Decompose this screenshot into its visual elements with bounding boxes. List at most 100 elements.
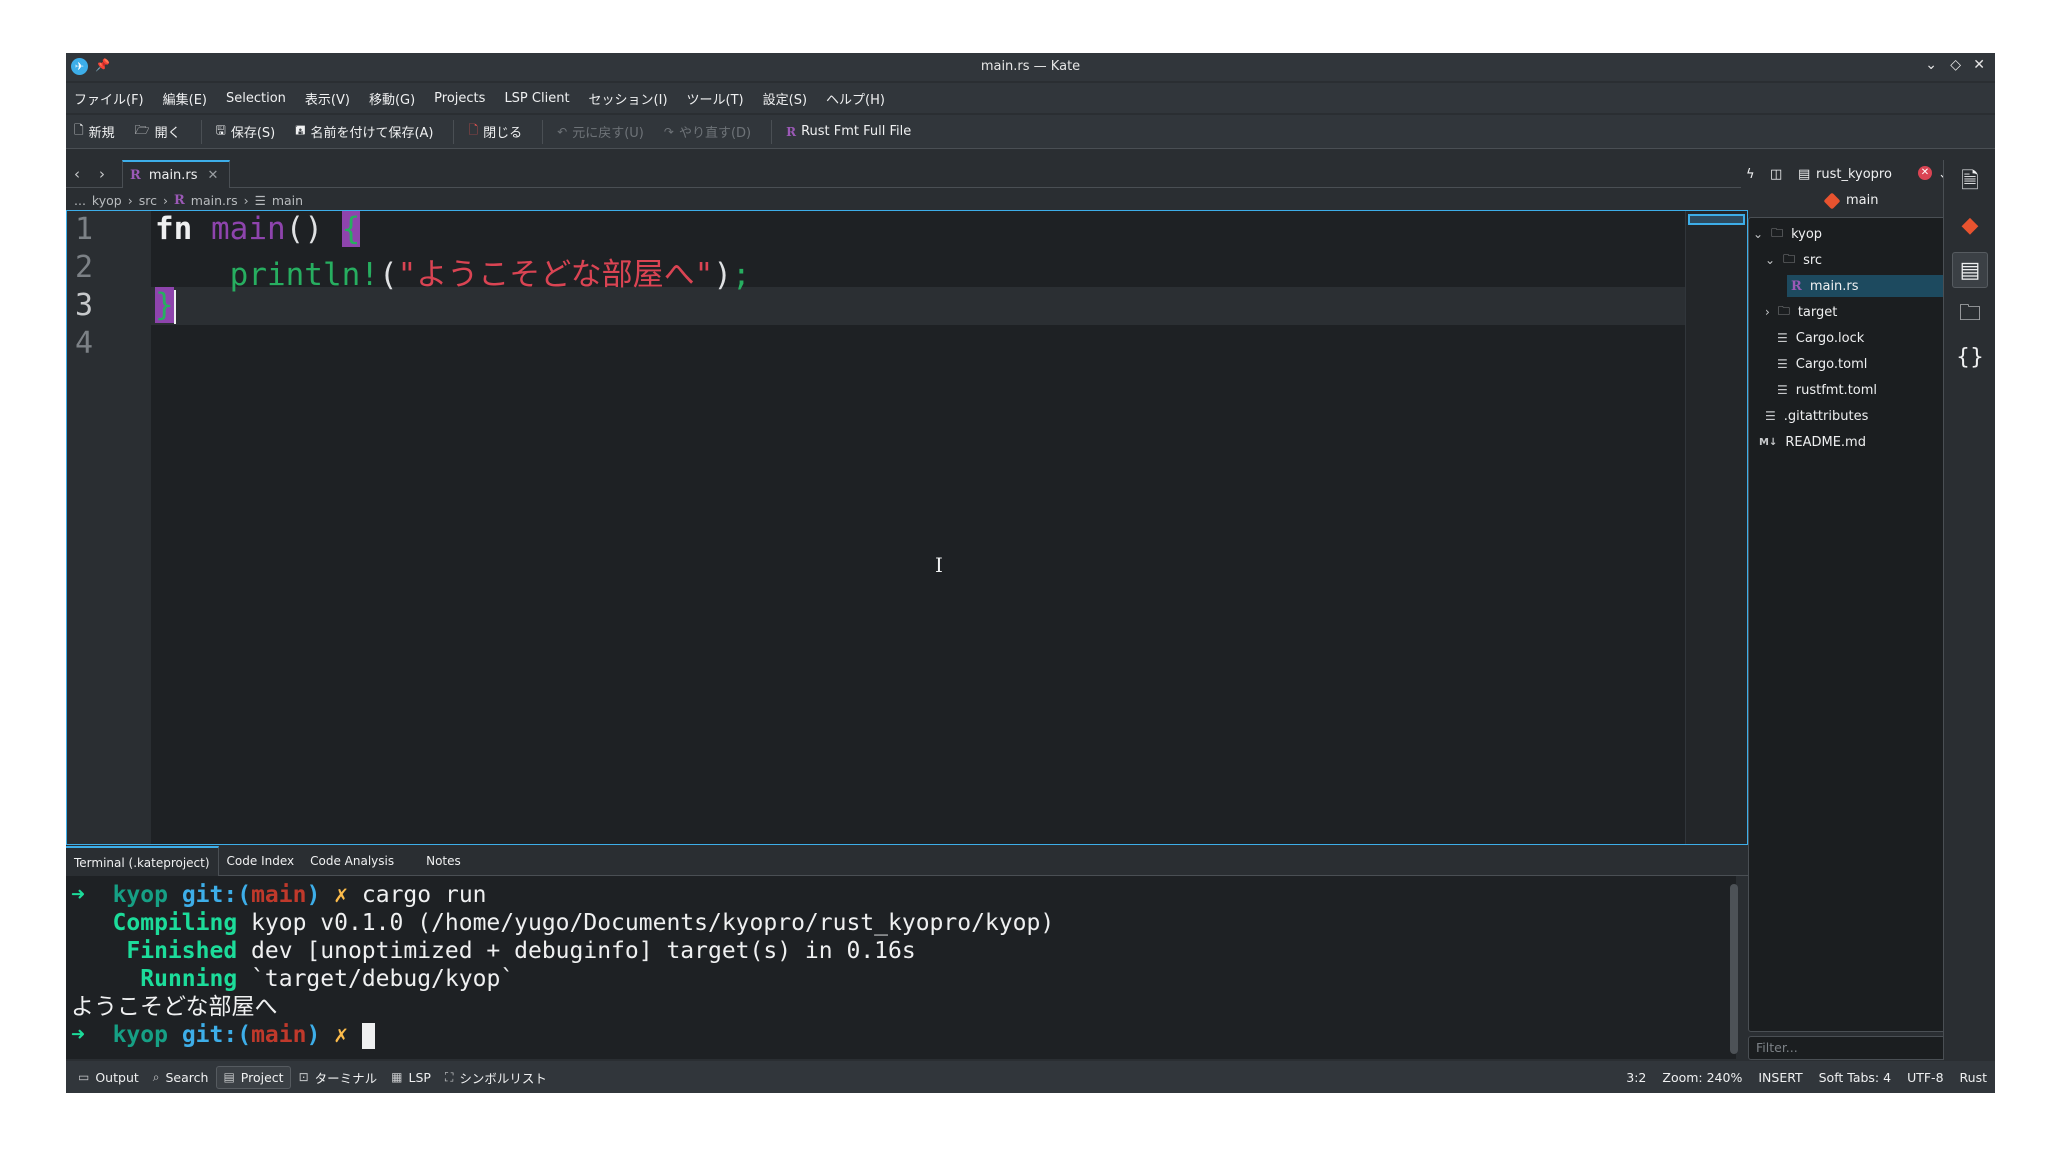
- command: cargo run: [361, 882, 487, 908]
- menu-selection[interactable]: Selection: [226, 91, 286, 106]
- menu-view[interactable]: 表示(V): [305, 89, 350, 108]
- tab-code-index[interactable]: Code Index: [219, 846, 303, 876]
- menu-go[interactable]: 移動(G): [369, 89, 415, 108]
- close-icon[interactable]: ✕: [1973, 57, 1985, 73]
- menu-sessions[interactable]: セッション(I): [589, 89, 668, 108]
- maximize-icon[interactable]: ◇: [1950, 57, 1961, 73]
- breadcrumb-main-rs[interactable]: main.rs: [191, 193, 238, 208]
- forward-icon[interactable]: ›: [99, 165, 105, 183]
- tree-item-gitattributes[interactable]: ☰ .gitattributes: [1765, 405, 1868, 427]
- new-button[interactable]: 🗋 新規: [74, 121, 115, 142]
- breadcrumb-kyop[interactable]: kyop: [92, 193, 122, 208]
- chevron-right-icon: ›: [127, 192, 133, 208]
- terminal[interactable]: ➜ kyop git:(main) ✗ cargo run Compiling …: [66, 876, 1736, 1059]
- tab-terminal[interactable]: Terminal (.kateproject): [66, 845, 219, 876]
- open-button[interactable]: 🗁 開く: [135, 121, 181, 142]
- project-button[interactable]: ▤ Project: [216, 1065, 291, 1089]
- encoding[interactable]: UTF-8: [1907, 1070, 1943, 1085]
- tree-item-cargo-toml[interactable]: ☰ Cargo.toml: [1777, 353, 1867, 375]
- indentation-setting[interactable]: Soft Tabs: 4: [1819, 1070, 1891, 1085]
- flash-icon[interactable]: ϟ: [1746, 167, 1755, 182]
- tree-item-cargo-lock[interactable]: ☰ Cargo.lock: [1777, 327, 1864, 349]
- message-icon: ▭: [78, 1070, 90, 1084]
- menu-edit[interactable]: 編集(E): [163, 89, 207, 108]
- documents-panel-button[interactable]: 🗎: [1952, 164, 1988, 200]
- project-panel-button[interactable]: ▤: [1952, 252, 1988, 288]
- menu-lsp-client[interactable]: LSP Client: [504, 91, 569, 106]
- code-editor[interactable]: 1 2 3 4 fn main() { println!("ようこそどな部屋へ"…: [66, 210, 1748, 845]
- breadcrumb-main-fn[interactable]: main: [272, 193, 303, 208]
- terminal-line: Compiling kyop v0.1.0 (/home/yugo/Docume…: [71, 909, 1736, 937]
- tree-item-main-rs[interactable]: Rmain.rs: [1787, 275, 1947, 297]
- project-selector[interactable]: rust_kyopro: [1816, 167, 1892, 182]
- cursor-position[interactable]: 3:2: [1626, 1070, 1646, 1085]
- tab-main-rs[interactable]: R main.rs ✕: [122, 160, 230, 188]
- redo-button[interactable]: ↷ やり直す(D): [664, 122, 751, 142]
- project-filter-input[interactable]: Filter...: [1748, 1036, 1948, 1060]
- rustfmt-button[interactable]: R Rust Fmt Full File: [786, 124, 911, 139]
- input-mode[interactable]: INSERT: [1758, 1070, 1802, 1085]
- symbols-panel-button[interactable]: {}: [1952, 340, 1988, 376]
- tree-item-readme[interactable]: M↓ README.md: [1759, 431, 1866, 453]
- chevron-right-icon[interactable]: ›: [1765, 305, 1770, 319]
- tab-code-analysis[interactable]: Code Analysis: [302, 846, 402, 876]
- parens: (): [285, 211, 323, 247]
- symbol-tree-icon: ⛶: [444, 1069, 454, 1084]
- tree-item-rustfmt-toml[interactable]: ☰ rustfmt.toml: [1777, 379, 1877, 401]
- syntax-mode[interactable]: Rust: [1960, 1070, 1987, 1085]
- prompt-dir: kyop: [112, 882, 168, 908]
- tree-item-kyop[interactable]: ⌄ 🗀 kyop: [1753, 223, 1822, 245]
- git-panel-button[interactable]: ◆: [1952, 208, 1988, 244]
- git-icon: [1823, 192, 1841, 209]
- tree-item-src[interactable]: ⌄ 🗀 src: [1765, 249, 1822, 271]
- zoom-level[interactable]: Zoom: 240%: [1662, 1070, 1742, 1085]
- terminal-cursor: [361, 1022, 375, 1049]
- search-icon: ⌕: [152, 1069, 160, 1084]
- minimap-viewport[interactable]: [1688, 214, 1745, 225]
- keyword: fn: [155, 211, 193, 247]
- close-tab-icon[interactable]: ✕: [208, 168, 219, 183]
- menu-tools[interactable]: ツール(T): [687, 89, 744, 108]
- toolbar-separator: [771, 119, 773, 144]
- search-button[interactable]: ⌕ Search: [147, 1067, 215, 1088]
- back-icon[interactable]: ‹: [74, 165, 80, 183]
- tree-label: .gitattributes: [1783, 408, 1869, 424]
- window-title: main.rs — Kate: [980, 59, 1081, 74]
- prompt-arrow: ➜: [71, 882, 85, 908]
- tree-label: kyop: [1791, 226, 1823, 242]
- undo-button[interactable]: ↶ 元に戻す(U): [557, 122, 644, 142]
- prompt-dirty: ✗: [334, 1022, 349, 1048]
- prompt-git-close: ): [306, 1022, 321, 1048]
- menu-file[interactable]: ファイル(F): [74, 89, 144, 108]
- terminal-scrollbar[interactable]: [1730, 884, 1738, 1054]
- chevron-down-icon[interactable]: ⌄: [1753, 227, 1763, 241]
- minimap[interactable]: [1685, 211, 1747, 844]
- paren: (: [378, 257, 398, 293]
- close-project-icon[interactable]: ✕: [1918, 166, 1932, 180]
- split-view-icon[interactable]: ◫: [1770, 167, 1782, 182]
- symbol-list-button[interactable]: ⛶ シンボルリスト: [439, 1065, 553, 1090]
- tab-notes[interactable]: Notes: [418, 846, 469, 876]
- git-branch[interactable]: main: [1823, 192, 1879, 209]
- function-icon: ☰: [254, 192, 266, 208]
- filesystem-panel-button[interactable]: 🗀: [1952, 296, 1988, 332]
- menu-help[interactable]: ヘルプ(H): [826, 89, 885, 108]
- menu-settings[interactable]: 設定(S): [763, 89, 807, 108]
- minimize-icon[interactable]: ⌄: [1925, 57, 1937, 73]
- branch-name: main: [1846, 193, 1879, 208]
- breadcrumb-ellipsis[interactable]: ...: [74, 193, 86, 208]
- folder-icon: 🗀: [1777, 303, 1790, 318]
- chevron-down-icon[interactable]: ⌄: [1765, 253, 1775, 267]
- breadcrumb-src[interactable]: src: [139, 193, 157, 208]
- prompt-git: git:(: [181, 882, 252, 908]
- menu-projects[interactable]: Projects: [434, 91, 485, 106]
- tree-item-target[interactable]: › 🗀 target: [1765, 301, 1837, 323]
- save-as-button[interactable]: 🖪 名前を付けて保存(A): [295, 121, 433, 142]
- save-button[interactable]: 🖫 保存(S): [216, 121, 276, 142]
- close-document-icon: 🗋: [468, 123, 479, 137]
- close-document-button[interactable]: 🗋 閉じる: [468, 121, 522, 142]
- rust-file-icon: R: [1791, 278, 1802, 294]
- terminal-button[interactable]: ⊡ ターミナル: [293, 1065, 384, 1090]
- output-button[interactable]: ▭ Output: [72, 1067, 145, 1088]
- lsp-button[interactable]: ▦ LSP: [385, 1067, 437, 1088]
